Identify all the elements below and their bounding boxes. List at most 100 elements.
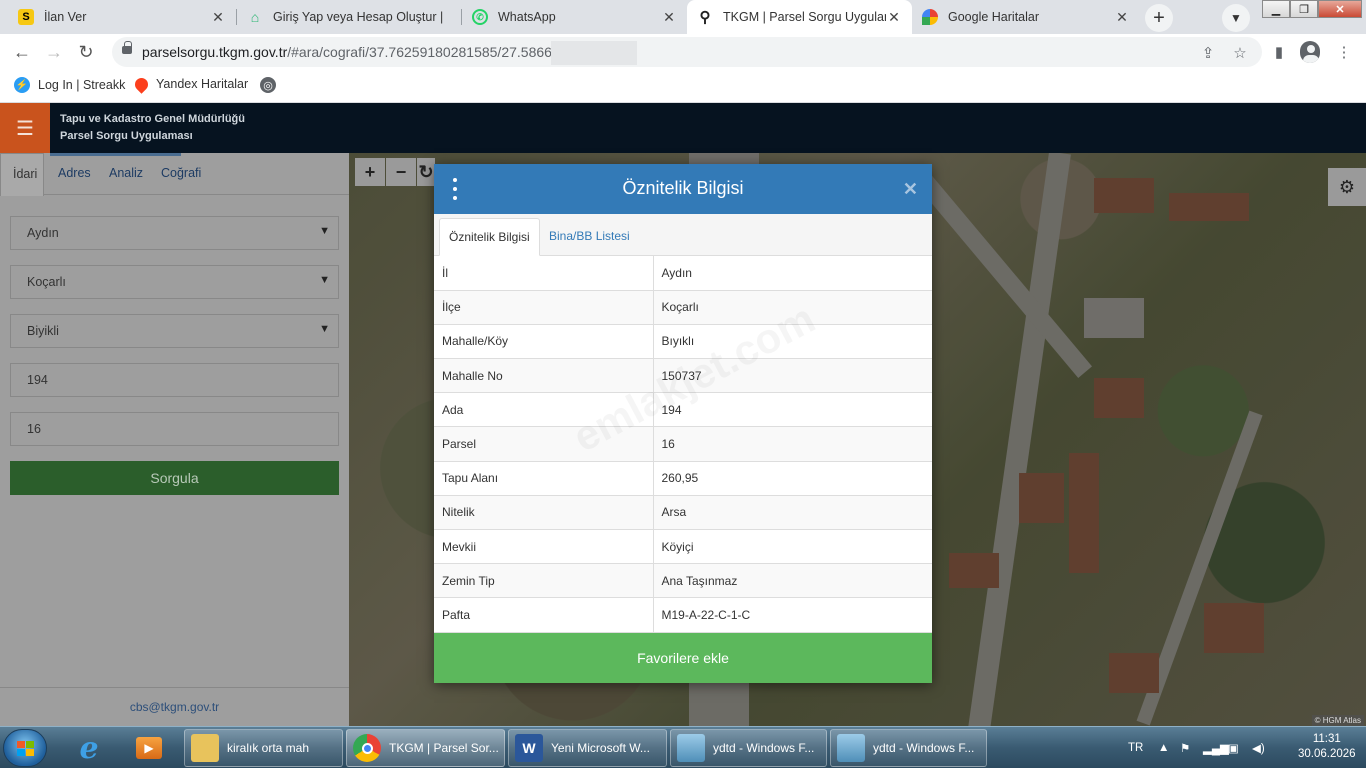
network-icon[interactable]: ▂▄▆ — [1203, 727, 1229, 768]
refresh-map-button[interactable]: ↻ — [417, 158, 435, 186]
task-chrome[interactable]: TKGM | Parsel Sor... — [346, 729, 505, 767]
show-hidden-icons-icon[interactable]: ▲ — [1158, 727, 1169, 768]
attribute-key: Zemin Tip — [434, 563, 654, 599]
hamburger-menu-button[interactable]: ☰ — [0, 103, 50, 153]
ada-input[interactable]: 194 — [10, 363, 339, 397]
org-name: Tapu ve Kadastro Genel Müdürlüğü — [60, 113, 245, 125]
system-clock[interactable]: 11:31 30.06.2026 — [1298, 732, 1356, 762]
task-photo-viewer-1[interactable]: ydtd - Windows F... — [670, 729, 827, 767]
task-folder[interactable]: kiralık orta mah — [184, 729, 343, 767]
table-row: Nitelik Arsa — [434, 495, 932, 531]
bookmark-streakk[interactable]: ⚡ Log In | Streakk — [14, 77, 125, 93]
tab-title: Google Haritalar — [948, 10, 1040, 24]
url-redaction — [551, 41, 637, 65]
browser-tab-google-maps[interactable]: Google Haritalar ✕ — [912, 0, 1140, 34]
new-tab-button[interactable]: + — [1145, 4, 1173, 32]
window-controls: ▁ ❐ ✕ — [1262, 0, 1362, 18]
bookmark-star-icon[interactable]: ☆ — [1230, 43, 1250, 63]
il-select[interactable]: Aydın ▼ — [10, 216, 339, 250]
close-window-button[interactable]: ✕ — [1318, 0, 1362, 18]
attribute-value: Aydın — [653, 256, 932, 291]
bookmark-label: Yandex Haritalar — [156, 77, 249, 91]
bookmark-yandex-maps[interactable]: Yandex Haritalar — [132, 74, 249, 94]
back-button[interactable]: ← — [10, 40, 34, 64]
browser-tab-login[interactable]: ⌂ Giriş Yap veya Hesap Oluştur | — [237, 0, 462, 34]
ilce-select[interactable]: Koçarlı ▼ — [10, 265, 339, 299]
attribute-key: Pafta — [434, 597, 654, 633]
contact-email-link[interactable]: cbs@tkgm.gov.tr — [0, 687, 349, 726]
add-to-favorites-button[interactable]: Favorilere ekle — [434, 633, 932, 683]
table-row: Pafta M19-A-22-C-1-C — [434, 597, 932, 633]
attribute-key: İl — [434, 256, 654, 291]
chevron-down-icon: ▼ — [319, 225, 330, 237]
volume-icon[interactable]: ◀) — [1252, 727, 1265, 768]
tab-cografi[interactable]: Coğrafi — [161, 166, 201, 180]
s-logo-icon: S — [18, 9, 34, 25]
language-indicator[interactable]: TR — [1128, 727, 1143, 768]
table-row: İlçe Koçarlı — [434, 290, 932, 325]
tab-analiz[interactable]: Analiz — [109, 166, 143, 180]
zoom-in-button[interactable]: + — [355, 158, 385, 186]
tab-oznitelik-bilgisi[interactable]: Öznitelik Bilgisi — [439, 218, 540, 256]
tab-adres[interactable]: Adres — [58, 166, 91, 180]
attribute-value: Arsa — [653, 495, 932, 531]
app-name: Parsel Sorgu Uygulaması — [60, 130, 193, 142]
attribute-key: Tapu Alanı — [434, 461, 654, 496]
task-word[interactable]: W Yeni Microsoft W... — [508, 729, 667, 767]
windows-taskbar: e ▶ kiralık orta mah TKGM | Parsel Sor..… — [0, 726, 1366, 768]
zoom-out-button[interactable]: − — [386, 158, 416, 186]
side-panel-icon[interactable]: ▮ — [1269, 42, 1289, 62]
mahalle-select[interactable]: Biyikli ▼ — [10, 314, 339, 348]
menu-kebab-icon[interactable]: ⋮ — [1334, 42, 1354, 62]
address-bar[interactable]: parselsorgu.tkgm.gov.tr/#ara/cografi/37.… — [112, 37, 1262, 67]
power-icon[interactable]: ▣ — [1228, 727, 1239, 768]
sorgula-button[interactable]: Sorgula — [10, 461, 339, 495]
maximize-button[interactable]: ❐ — [1290, 0, 1318, 18]
table-row: Tapu Alanı 260,95 — [434, 461, 932, 496]
attribute-value: Ana Taşınmaz — [653, 563, 932, 599]
start-button[interactable] — [3, 729, 47, 767]
chevron-down-icon: ▼ — [319, 274, 330, 286]
yandex-maps-icon — [132, 74, 151, 94]
reload-button[interactable]: ↻ — [74, 40, 98, 64]
close-tab-icon[interactable]: ✕ — [1114, 9, 1130, 26]
map-attribution: © HGM Atlas — [1311, 715, 1364, 726]
action-center-flag-icon[interactable]: ⚑ — [1180, 727, 1190, 768]
bookmark-label: Log In | Streakk — [38, 78, 126, 92]
bookmark-globe[interactable]: ◎ — [260, 77, 284, 93]
attribute-key: Mevkii — [434, 529, 654, 565]
media-player-icon[interactable]: ▶ — [122, 730, 176, 766]
tab-search-button[interactable]: ▼ — [1222, 4, 1250, 32]
forward-button[interactable]: → — [42, 40, 66, 64]
task-label: ydtd - Windows F... — [713, 741, 815, 755]
minimize-button[interactable]: ▁ — [1262, 0, 1290, 18]
close-tab-icon[interactable]: ✕ — [210, 9, 226, 26]
close-tab-icon[interactable]: ✕ — [661, 9, 677, 26]
attribute-value: 194 — [653, 392, 932, 428]
parsel-value: 16 — [27, 422, 41, 436]
profile-button[interactable] — [1300, 41, 1320, 63]
tab-bina-bb-listesi[interactable]: Bina/BB Listesi — [540, 218, 639, 256]
sidebar-tabs: İdari Adres Analiz Coğrafi — [0, 153, 349, 196]
attribute-value: M19-A-22-C-1-C — [653, 597, 932, 633]
url-host: parselsorgu.tkgm.gov.tr — [142, 44, 288, 60]
location-pin-icon: ⚲ — [699, 9, 711, 26]
query-sidebar: İdari Adres Analiz Coğrafi Aydın ▼ Koçar… — [0, 153, 349, 726]
url-text: parselsorgu.tkgm.gov.tr/#ara/cografi/37.… — [142, 44, 552, 60]
browser-tab-ilan-ver[interactable]: S İlan Ver ✕ — [8, 0, 236, 34]
task-label: ydtd - Windows F... — [873, 741, 975, 755]
share-icon[interactable]: ⇪ — [1198, 43, 1218, 63]
close-tab-icon[interactable]: ✕ — [886, 9, 902, 26]
attribute-key: Parsel — [434, 426, 654, 462]
task-label: kiralık orta mah — [227, 741, 310, 755]
browser-tab-tkgm[interactable]: ⚲ TKGM | Parsel Sorgu Uygulama ✕ — [687, 0, 912, 34]
modal-close-icon[interactable]: ✕ — [903, 179, 918, 200]
tab-idari[interactable]: İdari — [0, 153, 44, 196]
settings-gear-icon[interactable]: ⚙ — [1328, 168, 1366, 206]
attribute-key: Mahalle/Köy — [434, 324, 654, 360]
internet-explorer-icon[interactable]: e — [62, 730, 116, 766]
browser-tab-whatsapp[interactable]: ✆ WhatsApp ✕ — [462, 0, 687, 34]
task-photo-viewer-2[interactable]: ydtd - Windows F... — [830, 729, 987, 767]
modal-header: Öznitelik Bilgisi ✕ — [434, 164, 932, 214]
parsel-input[interactable]: 16 — [10, 412, 339, 446]
